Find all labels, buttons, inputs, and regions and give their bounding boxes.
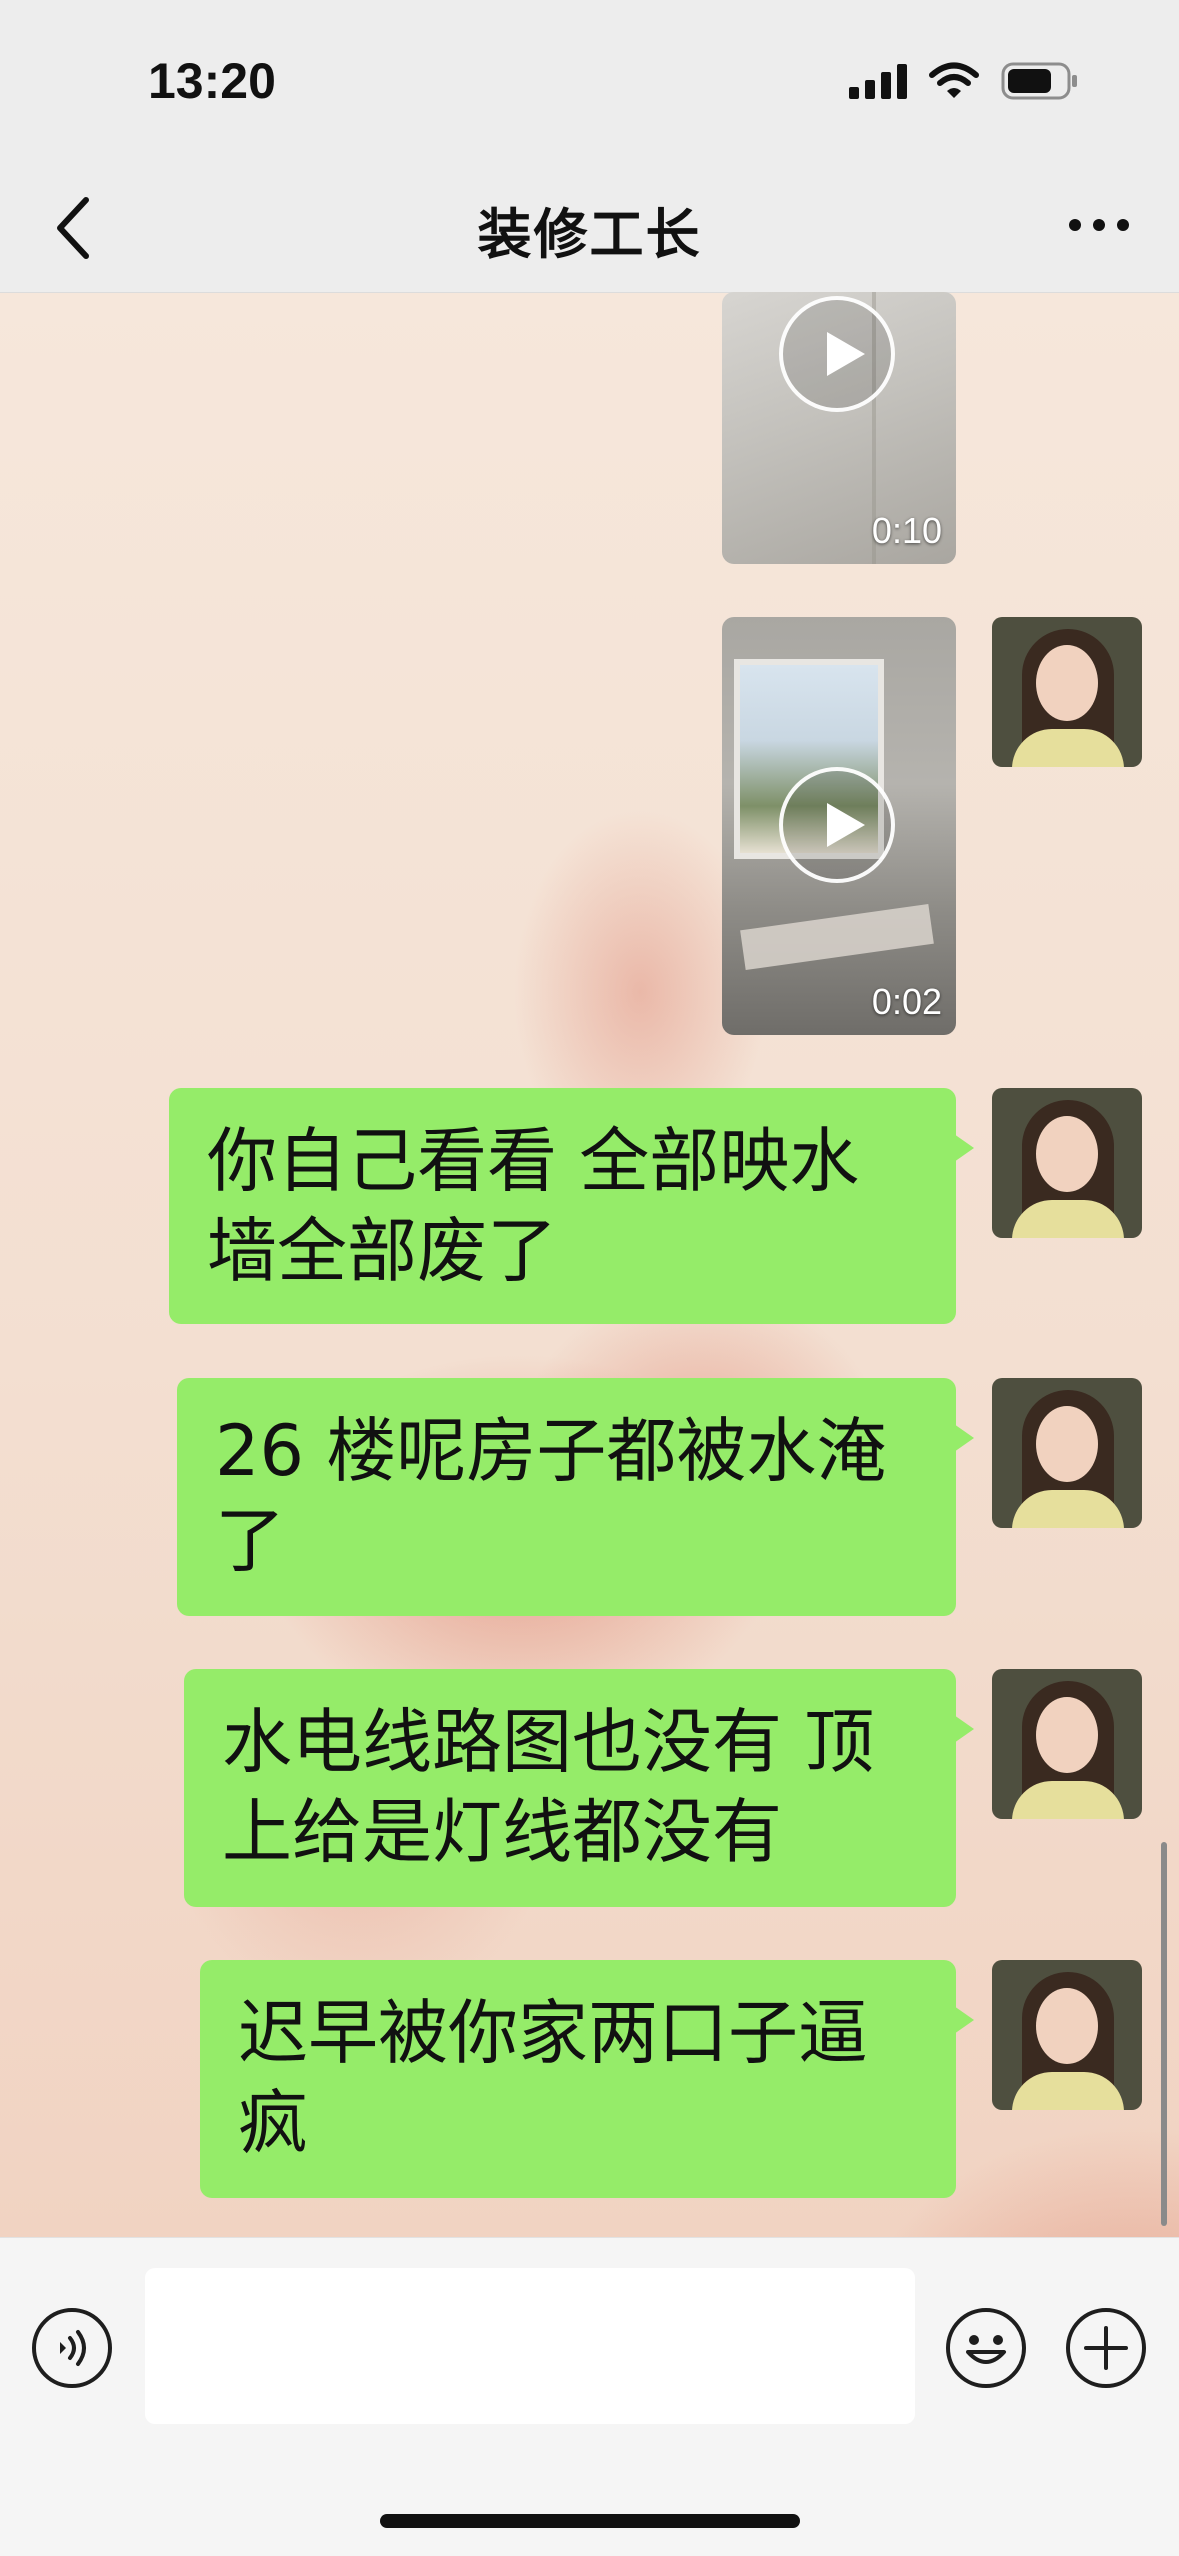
status-bar: 13:20: [0, 0, 1179, 160]
message-line: 了: [215, 1500, 285, 1582]
message-line: 疯: [238, 2082, 308, 2164]
plus-icon: [1084, 2326, 1128, 2370]
input-bar: [0, 2237, 1179, 2556]
message-bubble[interactable]: 水电线路图也没有 顶 上给是灯线都没有: [184, 1669, 974, 1907]
message-bubble[interactable]: 26 楼呢房子都被水淹 了: [177, 1378, 974, 1616]
status-time: 13:20: [148, 53, 276, 109]
avatar[interactable]: [992, 617, 1142, 767]
wifi-icon: [929, 62, 979, 100]
video-message[interactable]: 0:02: [722, 617, 956, 1035]
play-icon[interactable]: [779, 767, 895, 883]
avatar[interactable]: [992, 1960, 1142, 2110]
scrollbar[interactable]: [1161, 1842, 1167, 2226]
voice-icon: [60, 2330, 86, 2366]
message-line: 迟早被你家两口子逼: [238, 1992, 868, 2074]
status-icons: [849, 62, 1079, 100]
avatar[interactable]: [992, 1378, 1142, 1528]
emoji-button[interactable]: [946, 2308, 1026, 2388]
video-duration: 0:02: [871, 981, 942, 1022]
message-line: 26 楼呢房子都被水淹: [215, 1410, 887, 1492]
plus-button[interactable]: [1066, 2308, 1146, 2388]
message-bubble[interactable]: 迟早被你家两口子逼 疯: [200, 1960, 974, 2198]
video-message[interactable]: 0:10: [722, 292, 956, 564]
message-line: 你自己看看 全部映水: [207, 1120, 860, 1202]
battery-icon: [1001, 62, 1079, 100]
emoji-icon: [966, 2335, 1006, 2364]
avatar[interactable]: [992, 1088, 1142, 1238]
message-line: 上给是灯线都没有: [222, 1791, 782, 1873]
more-dots-icon: [1069, 219, 1081, 231]
message-input[interactable]: [145, 2268, 915, 2424]
avatar[interactable]: [992, 1669, 1142, 1819]
message-line: 水电线路图也没有 顶: [222, 1701, 875, 1783]
voice-button[interactable]: [32, 2308, 112, 2388]
message-line: 墙全部废了: [207, 1210, 557, 1292]
chat-screen: 13:20 装修工长 0:10 0:02 你自己看看 全部映水 墙全部废了 26…: [0, 0, 1179, 2556]
message-bubble[interactable]: 你自己看看 全部映水 墙全部废了: [169, 1088, 974, 1324]
signal-icon: [849, 63, 907, 99]
video-duration: 0:10: [871, 510, 942, 551]
play-icon[interactable]: [779, 296, 895, 412]
home-indicator[interactable]: [380, 2514, 800, 2528]
